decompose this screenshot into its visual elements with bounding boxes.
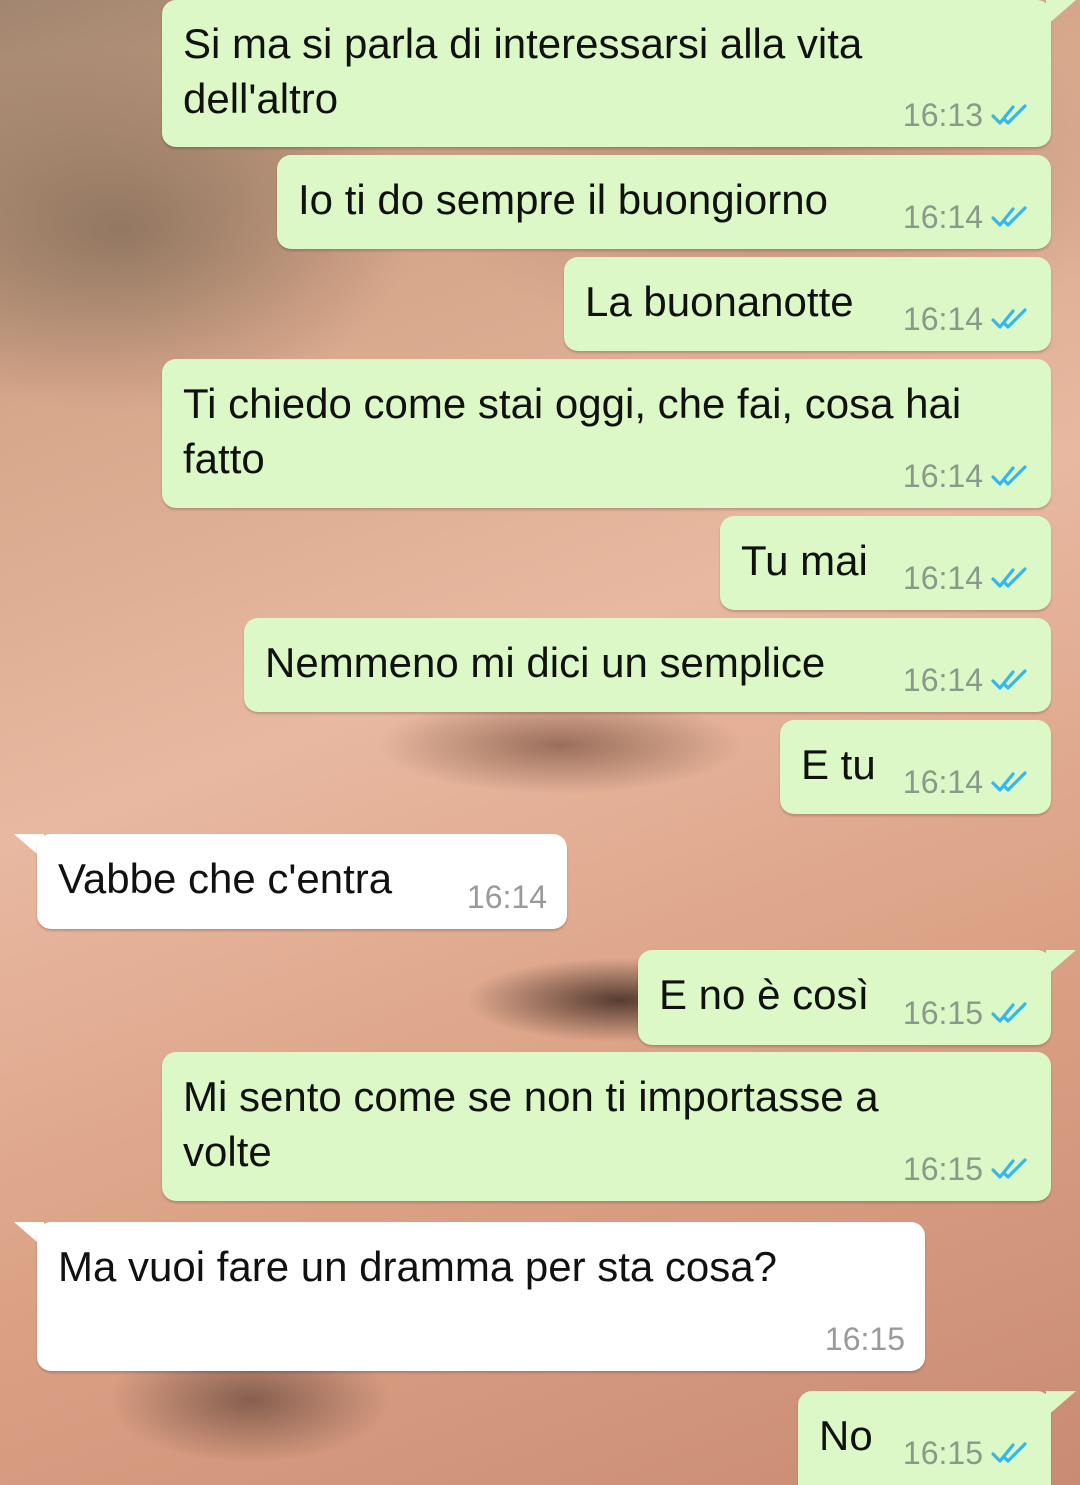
message-text: E tu [801,741,876,788]
message-meta: 16:15 [825,1321,905,1357]
double-check-read-icon [991,669,1027,690]
message-meta: 16:13 [903,97,1031,133]
message-bubble-outgoing[interactable]: E tu 16:14 [780,720,1051,814]
message-bubble-outgoing[interactable]: No 16:15 [798,1391,1051,1485]
message-text: Ti chiedo come stai oggi, che fai, cosa … [183,380,962,482]
message-bubble-incoming[interactable]: Vabbe che c'entra 16:14 [37,834,567,929]
message-time: 16:15 [824,1321,905,1357]
message-time: 16:14 [902,560,983,596]
message-bubble-outgoing[interactable]: E no è così 16:15 [638,950,1051,1045]
message-bubble-outgoing[interactable]: Tu mai 16:14 [720,516,1051,610]
double-check-read-icon [991,1442,1027,1463]
double-check-read-icon [991,104,1027,125]
message-meta: 16:14 [903,458,1031,494]
message-bubble-outgoing[interactable]: Mi sento come se non ti importasse a vol… [162,1052,1051,1201]
double-check-read-icon [991,1002,1027,1023]
message-bubble-outgoing[interactable]: Si ma si parla di interessarsi alla vita… [162,0,1051,147]
message-bubble-outgoing[interactable]: Nemmeno mi dici un semplice 16:14 [244,618,1051,712]
message-meta: 16:14 [903,560,1031,596]
message-text: Si ma si parla di interessarsi alla vita… [183,20,863,122]
message-time: 16:14 [466,879,547,915]
message-meta: 16:14 [467,879,547,915]
message-meta: 16:15 [903,1435,1031,1471]
bubble-tail [1046,1391,1076,1417]
message-time: 16:15 [902,995,983,1031]
bubble-tail [1046,950,1076,976]
message-meta: 16:14 [903,301,1031,337]
message-time: 16:14 [902,301,983,337]
message-meta: 16:14 [903,199,1031,235]
double-check-read-icon [991,1158,1027,1179]
message-meta: 16:14 [903,662,1031,698]
message-time: 16:13 [902,97,983,133]
message-time: 16:14 [902,662,983,698]
message-time: 16:15 [902,1151,983,1187]
message-time: 16:14 [902,458,983,494]
bubble-tail [1046,0,1076,26]
double-check-read-icon [991,206,1027,227]
message-bubble-incoming[interactable]: Ma vuoi fare un dramma per sta cosa? 16:… [37,1222,925,1371]
message-meta: 16:14 [903,764,1031,800]
message-text: Ma vuoi fare un dramma per sta cosa? [58,1243,778,1290]
message-bubble-outgoing[interactable]: Io ti do sempre il buongiorno 16:14 [277,155,1051,249]
message-text: Vabbe che c'entra [58,855,393,902]
message-bubble-outgoing[interactable]: La buonanotte 16:14 [564,257,1051,351]
message-bubble-outgoing[interactable]: Ti chiedo come stai oggi, che fai, cosa … [162,359,1051,508]
message-time: 16:14 [902,199,983,235]
message-text: Tu mai [741,537,868,584]
message-text: La buonanotte [585,278,854,325]
double-check-read-icon [991,567,1027,588]
chat-message-list[interactable]: Si ma si parla di interessarsi alla vita… [0,0,1080,1485]
message-text: E no è così [659,971,870,1018]
message-text: Nemmeno mi dici un semplice [265,639,826,686]
double-check-read-icon [991,465,1027,486]
message-text: Io ti do sempre il buongiorno [298,176,828,223]
message-meta: 16:15 [903,1151,1031,1187]
message-time: 16:14 [902,764,983,800]
message-time: 16:15 [902,1435,983,1471]
message-meta: 16:15 [903,995,1031,1031]
double-check-read-icon [991,308,1027,329]
message-text: Mi sento come se non ti importasse a vol… [183,1073,879,1175]
message-text: No [819,1412,873,1459]
double-check-read-icon [991,771,1027,792]
